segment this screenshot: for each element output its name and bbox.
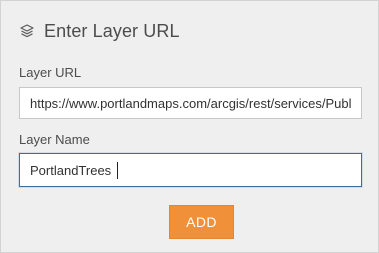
layers-icon bbox=[19, 23, 35, 39]
layer-url-input[interactable] bbox=[19, 87, 362, 119]
layer-name-label: Layer Name bbox=[19, 132, 90, 147]
panel-title: Enter Layer URL bbox=[44, 20, 180, 41]
text-cursor bbox=[117, 162, 118, 179]
add-layer-panel: Enter Layer URL Layer URL Layer Name ADD bbox=[0, 0, 379, 253]
layer-name-input[interactable] bbox=[19, 153, 362, 187]
add-button[interactable]: ADD bbox=[169, 205, 234, 239]
layer-url-label: Layer URL bbox=[19, 65, 82, 80]
panel-header: Enter Layer URL bbox=[19, 19, 180, 43]
